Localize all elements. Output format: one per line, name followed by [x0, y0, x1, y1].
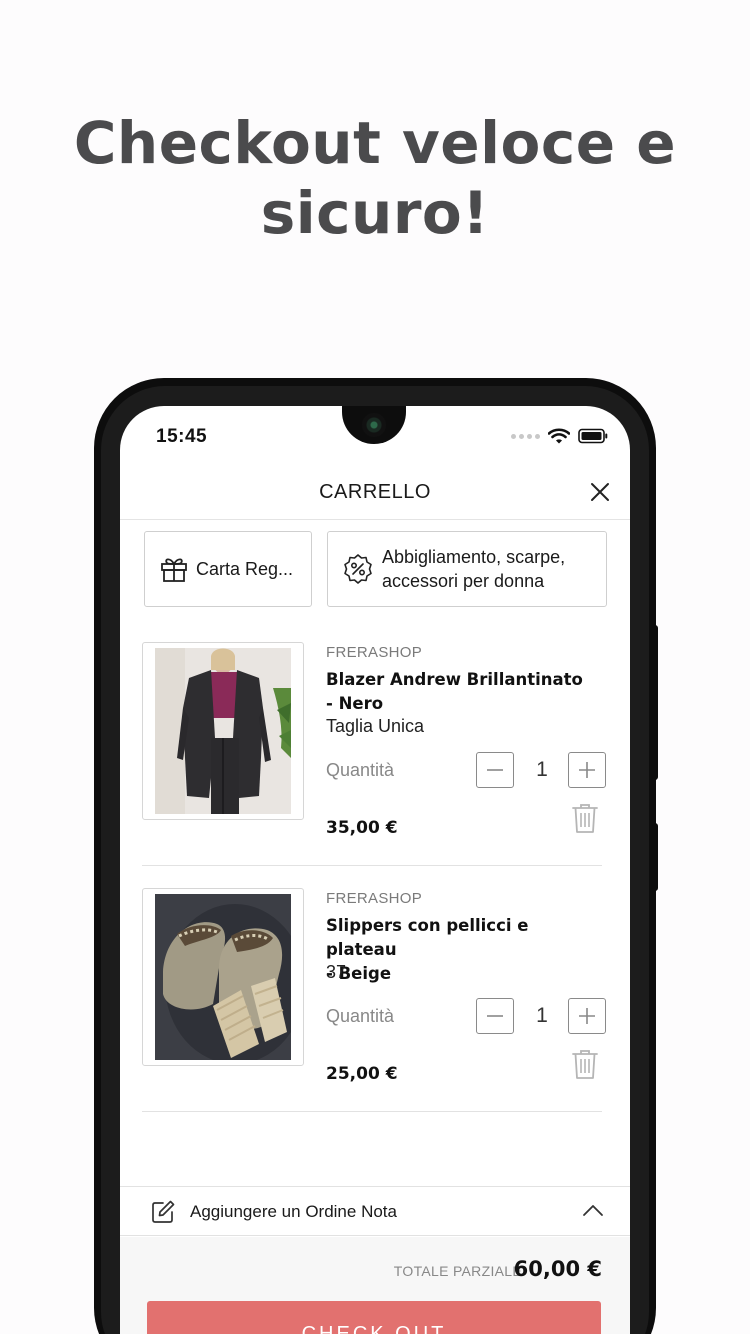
shop-name: FRERASHOP	[326, 890, 423, 907]
product-name-line-2: - Nero	[326, 694, 384, 713]
status-icons	[511, 428, 608, 444]
headline-line-2: sicuro!	[260, 179, 490, 247]
subtotal-value: 60,00 €	[513, 1257, 602, 1281]
product-variant: 37	[326, 962, 347, 982]
product-name[interactable]: Slippers con pellicci e plateau - Beige	[326, 914, 601, 986]
battery-icon	[578, 428, 608, 444]
phone-screen: 15:45 CARRELLO Carta Reg... Abbigliament…	[120, 406, 630, 1334]
discount-badge-icon	[344, 554, 372, 584]
plus-icon	[579, 762, 595, 778]
product-price: 35,00 €	[326, 818, 398, 838]
cart-header: CARRELLO	[120, 466, 630, 520]
promo-headline: Checkout veloce e sicuro!	[0, 108, 750, 248]
product-variant: Taglia Unica	[326, 716, 425, 736]
gift-card-chip[interactable]: Carta Reg...	[144, 531, 312, 607]
quantity-value: 1	[536, 1004, 548, 1027]
quantity-increase-button[interactable]	[568, 752, 606, 788]
product-name-line-2: - Beige	[326, 964, 392, 983]
status-time: 15:45	[156, 426, 208, 447]
product-name-line-1: Slippers con pellicci e plateau	[326, 916, 529, 959]
trash-icon[interactable]	[570, 802, 600, 834]
trash-icon[interactable]	[570, 1048, 600, 1080]
quantity-label: Quantità	[326, 1006, 395, 1026]
edit-note-icon	[152, 1200, 175, 1223]
signal-dots-icon	[511, 433, 540, 439]
page-title: CARRELLO	[319, 481, 431, 503]
cart-item: FRERASHOP Blazer Andrew Brillantinato - …	[142, 642, 606, 866]
category-chip[interactable]: Abbigliamento, scarpe, accessori per don…	[327, 531, 607, 607]
category-label: Abbigliamento, scarpe, accessori per don…	[382, 545, 565, 593]
category-label-line-1: Abbigliamento, scarpe,	[382, 547, 566, 567]
quantity-increase-button[interactable]	[568, 998, 606, 1034]
headline-line-1: Checkout veloce e	[73, 109, 677, 177]
product-image-frame[interactable]	[142, 888, 305, 1066]
quantity-label: Quantità	[326, 760, 395, 780]
gift-card-label: Carta Reg...	[196, 559, 294, 579]
quantity-value: 1	[536, 758, 548, 781]
order-note-label: Aggiungere un Ordine Nota	[190, 1202, 397, 1221]
quantity-decrease-button[interactable]	[476, 752, 514, 788]
subtotal-label: TOTALE PARZIALE	[393, 1263, 522, 1279]
product-name-line-1: Blazer Andrew Brillantinato	[326, 670, 583, 689]
phone-power-button	[652, 823, 658, 891]
quantity-decrease-button[interactable]	[476, 998, 514, 1034]
cart-item: FRERASHOP Slippers con pellicci e platea…	[142, 888, 606, 1112]
product-price: 25,00 €	[326, 1064, 398, 1084]
product-image-frame[interactable]	[142, 642, 304, 820]
chevron-up-icon	[583, 1205, 603, 1216]
checkout-button[interactable]: CHECK OUT	[147, 1301, 601, 1334]
category-label-line-2: accessori per donna	[382, 571, 545, 591]
minus-icon	[487, 1015, 503, 1017]
product-name[interactable]: Blazer Andrew Brillantinato - Nero	[326, 668, 601, 716]
product-image-blazer	[155, 648, 291, 814]
front-camera	[362, 413, 386, 437]
cart-summary: TOTALE PARZIALE 60,00 € CHECK OUT	[120, 1237, 630, 1334]
minus-icon	[487, 769, 503, 771]
product-image-slippers	[155, 894, 305, 1064]
wifi-icon	[548, 428, 570, 444]
camera-notch	[342, 406, 406, 444]
phone-volume-button	[652, 625, 658, 780]
gift-icon	[161, 558, 187, 582]
shop-name: FRERASHOP	[326, 644, 423, 661]
close-icon[interactable]	[588, 480, 612, 504]
plus-icon	[579, 1008, 595, 1024]
order-note-toggle[interactable]: Aggiungere un Ordine Nota	[120, 1186, 630, 1236]
